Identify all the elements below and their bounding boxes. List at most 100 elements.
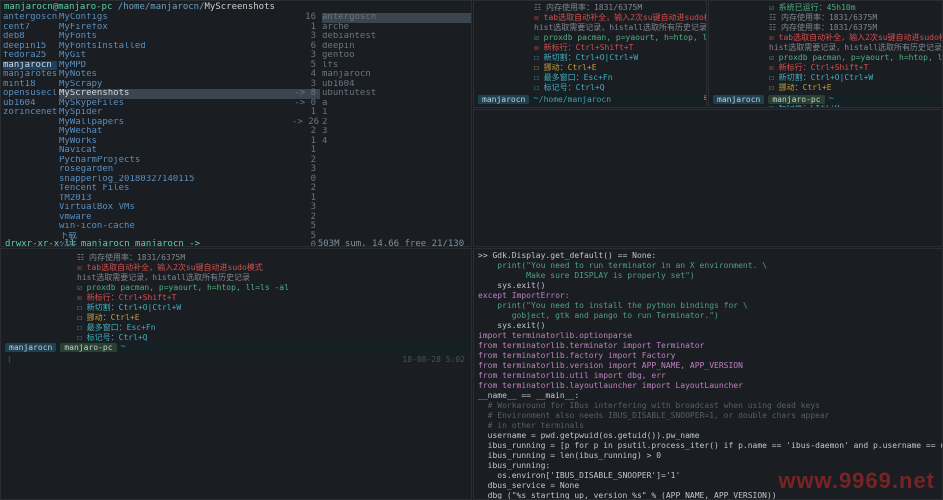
tip-line: ☑ proxdb pacman, p=yaourt, h=htop, ll=ls… [769, 53, 943, 63]
ranger-current-column[interactable]: MyConfigs16MyFirefox1MyFonts3MyFontsInst… [57, 13, 320, 238]
tip-line: hist选取需要记录，histall选取所有历史记录 [534, 23, 707, 33]
code-line: from terminatorlib.factory import Factor… [478, 351, 938, 361]
code-line: from terminatorlib.version import APP_NA… [478, 361, 938, 371]
timestamp: 18-08-28 5:02 [875, 106, 938, 108]
dir-item[interactable]: MyScreenshots-> 8 [59, 89, 320, 99]
dir-item[interactable]: win-icon-cache5 [59, 222, 320, 232]
preview-item[interactable]: lfs [322, 61, 471, 71]
dir-item[interactable]: Tencent Files2 [59, 184, 320, 194]
code-line: from terminatorlib.layoutlauncher import… [478, 381, 938, 391]
preview-item[interactable]: gentoo [322, 51, 471, 61]
top-right-terminal-1[interactable]: ☷ 内存使用率：1831/6375M☒ tab选取自动补全，输入2次su键自动进… [473, 0, 707, 108]
preview-item[interactable]: 4 [322, 137, 471, 147]
dir-item[interactable]: MyConfigs16 [59, 13, 320, 23]
tip-line: ☒ 新标行：Ctrl+Shift+T [534, 43, 707, 53]
code-line: sys.exit() [478, 281, 938, 291]
dir-item[interactable]: MyWallpapers-> 26 [59, 118, 320, 128]
preview-item[interactable]: debiantest [322, 32, 471, 42]
ranger-preview-column[interactable]: antergoscnarchedebiantestdeepingentoolfs… [320, 13, 471, 238]
tip-line: ☐ 新切割：Ctrl+O|Ctrl+W [769, 73, 943, 83]
preview-item[interactable]: ubuntutest [322, 89, 471, 99]
terminal-output: ( [3, 353, 469, 366]
tip-line: ☐ 标记号：Ctrl+Q [534, 83, 707, 93]
tip-line: ☷ 内存使用率：1831/6375M [77, 253, 289, 263]
code-line: # Workaround for IBus interfering with b… [478, 401, 938, 411]
dir-item[interactable]: MySkypeFiles-> 0 [59, 99, 320, 109]
tip-line: ☷ 内存使用率：1831/6375M [534, 3, 707, 13]
parent-dir-item[interactable]: manjarocn [3, 61, 57, 71]
preview-item[interactable]: antergoscn [322, 13, 471, 23]
prompt-path: /home/manjarocn [539, 95, 611, 104]
terminal-output: (( [476, 104, 494, 108]
dir-item[interactable]: MyFirefox1 [59, 23, 320, 33]
top-right-terminal-2[interactable]: ☑ 系统已运行：45h10m☷ 内存使用率：1831/6375M☷ 内存使用率：… [708, 0, 943, 108]
prompt-user: manjarocn [713, 95, 764, 104]
preview-item[interactable]: ub1604 [322, 80, 471, 90]
code-line: Make sure DISPLAY is properly set") [478, 271, 938, 281]
dir-item[interactable]: MyWorks1 [59, 137, 320, 147]
timestamp: 18-08-28 5:02 [402, 355, 465, 364]
tip-line: hist选取需要记录，histall选取所有历史记录 [769, 43, 943, 53]
dir-item[interactable]: MyFontsInstalled6 [59, 42, 320, 52]
parent-dir-item[interactable]: antergoscn [3, 13, 57, 23]
ranger-title: manjarocn@manjaro-pc /home/manjarocn/MyS… [1, 1, 471, 13]
tip-line: ☑ 系统已运行：45h10m [769, 3, 943, 13]
preview-item[interactable]: a [322, 99, 471, 109]
code-line: import terminatorlib.optionparse [478, 331, 938, 341]
preview-item[interactable]: 1 [322, 108, 471, 118]
timestamp: 18-08-28 5:02 [639, 106, 702, 108]
dir-item[interactable]: MyScrapy3 [59, 80, 320, 90]
dir-item[interactable]: MySpider1 [59, 108, 320, 118]
dir-item[interactable]: MyNotes4 [59, 70, 320, 80]
dir-item[interactable]: TM20131 [59, 194, 320, 204]
ranger-parent-column[interactable]: antergoscncent7deb8deepin15fedora25manja… [1, 13, 57, 238]
code-line: ibus_running = len(ibus_running) > 0 [478, 451, 938, 461]
prompt-bar: manjarocn manjaro-pc ~ [3, 341, 469, 353]
ranger-cwd: MyScreenshots [205, 2, 275, 12]
bottom-right-code-viewer[interactable]: >> Gdk.Display.get_default() == None: pr… [473, 248, 943, 500]
parent-dir-item[interactable]: manjarotest [3, 70, 57, 80]
dir-item[interactable]: VirtualBox VMs3 [59, 203, 320, 213]
preview-item[interactable]: manjarocn [322, 70, 471, 80]
dir-item[interactable]: snapperlog_201803271401150 [59, 175, 320, 185]
parent-dir-item[interactable]: zorincenet [3, 108, 57, 118]
parent-dir-item[interactable]: cent7 [3, 23, 57, 33]
motd-tips: ☷ 内存使用率：1831/6375M☒ tab选取自动补全，输入2次su键自动进… [534, 3, 707, 103]
motd-tips: ☷ 内存使用率：1831/6375M☒ tab选取自动补全，输入2次su键自动进… [77, 253, 289, 353]
dir-item[interactable]: MyGit3 [59, 51, 320, 61]
parent-dir-item[interactable]: ub1604 [3, 99, 57, 109]
status-right: 503M sum, 14.66 free 21/130 17% [318, 239, 467, 247]
tip-line: ☑ proxdb pacman, p=yaourt, h=htop, ll=ls… [77, 283, 289, 293]
parent-dir-item[interactable]: fedora25 [3, 51, 57, 61]
tip-line: ☐ 新切割：Ctrl+O|Ctrl+W [534, 53, 707, 63]
right-middle-terminal[interactable] [473, 109, 943, 247]
preview-item[interactable]: 2 [322, 118, 471, 128]
tip-line: ☒ 新标行：Ctrl+Shift+T [769, 63, 943, 73]
parent-dir-item[interactable]: opensuseclub [3, 89, 57, 99]
parent-dir-item[interactable]: deepin15 [3, 42, 57, 52]
prompt-user: manjarocn [478, 95, 529, 104]
dir-item[interactable]: MyMPD5 [59, 61, 320, 71]
dir-item[interactable]: PycharmProjects2 [59, 156, 320, 166]
prompt-bar: manjarocn ~ /home/manjarocn [476, 93, 704, 105]
dir-item[interactable]: Navicat1 [59, 146, 320, 156]
tip-line: ☐ 最多窗口：Esc+Fn [534, 73, 707, 83]
code-line: from terminatorlib.util import dbg, err [478, 371, 938, 381]
preview-item[interactable]: 3 [322, 127, 471, 137]
tip-line: hist选取需要记录，histall选取所有历史记录 [77, 273, 289, 283]
preview-item[interactable]: deepin [322, 42, 471, 52]
dir-item[interactable]: vmware2 [59, 213, 320, 223]
tip-line: ☒ tab选取自动补全，输入2次su键自动进sudo模式 [77, 263, 289, 273]
preview-item[interactable]: arche [322, 23, 471, 33]
tip-line: ☒ tab选取自动补全，输入2次su键自动进sudo模式 [769, 33, 943, 43]
tip-line: ☐ 挪动：Ctrl+E [534, 63, 707, 73]
parent-dir-item[interactable]: deb8 [3, 32, 57, 42]
bottom-left-terminal[interactable]: ☷ 内存使用率：1831/6375M☒ tab选取自动补全，输入2次su键自动进… [0, 248, 472, 500]
dir-item[interactable]: MyWechat2 [59, 127, 320, 137]
parent-dir-item[interactable]: mint18 [3, 80, 57, 90]
dir-item[interactable]: rosegarden3 [59, 165, 320, 175]
tip-line: ☷ 内存使用率：1831/6375M [769, 23, 943, 33]
code-line: sys.exit() [478, 321, 938, 331]
dir-item[interactable]: MyFonts3 [59, 32, 320, 42]
status-left: drwxr-xr-x ll manjarocn manjarocn -> /ho… [5, 239, 318, 247]
